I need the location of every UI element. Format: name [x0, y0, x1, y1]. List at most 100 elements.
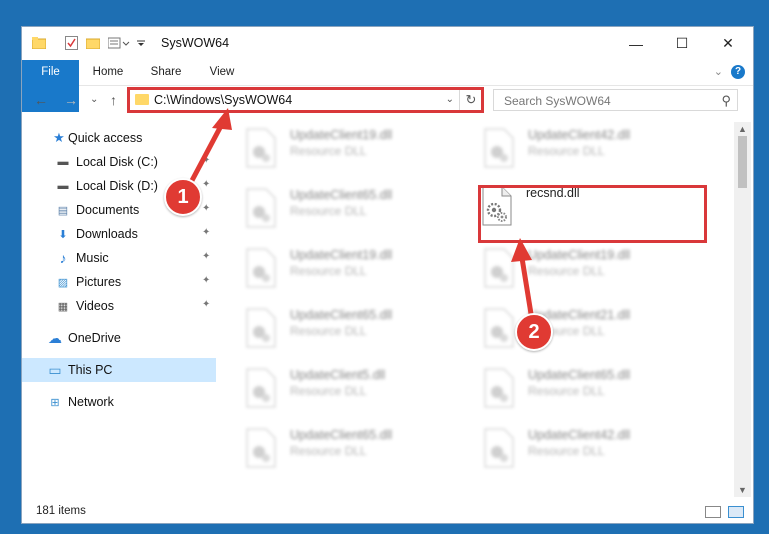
search-placeholder: Search SysWOW64: [504, 94, 611, 108]
pin-icon[interactable]: ✦: [202, 179, 210, 190]
music-icon: ♪: [59, 250, 67, 266]
step-1-badge: 1: [164, 178, 202, 216]
file-name: UpdateClient5.dll: [290, 368, 386, 382]
folder-icon[interactable]: [32, 35, 46, 51]
collapse-ribbon-icon[interactable]: ⌄: [714, 65, 723, 78]
sidebar-item-label: This PC: [68, 363, 113, 377]
file-name: UpdateClient42.dll: [528, 428, 631, 442]
file-item[interactable]: UpdateClient65.dll Resource DLL: [222, 424, 444, 476]
sidebar-item-onedrive[interactable]: ☁ OneDrive: [22, 326, 216, 350]
cloud-icon: ☁: [48, 329, 62, 346]
file-item[interactable]: UpdateClient19.dll Resource DLL: [222, 124, 444, 176]
file-type: Resource DLL: [528, 264, 605, 278]
scroll-down-icon[interactable]: ▼: [734, 485, 751, 495]
computer-icon: ▭: [48, 361, 62, 378]
file-item[interactable]: UpdateClient65.dll Resource DLL: [460, 364, 682, 416]
minimize-button[interactable]: —: [613, 27, 659, 60]
status-bar: 181 items: [22, 501, 753, 523]
pin-icon[interactable]: ✦: [202, 251, 210, 262]
file-name: UpdateClient19.dll: [290, 128, 393, 142]
file-type: Resource DLL: [290, 204, 367, 218]
tab-home[interactable]: Home: [84, 60, 132, 85]
dll-file-icon: [246, 248, 276, 288]
network-icon: ⊞: [50, 396, 60, 409]
back-arrow-icon[interactable]: ←: [34, 92, 48, 108]
sidebar-item-pictures[interactable]: ▨ Pictures ✦: [22, 270, 216, 294]
up-arrow-icon[interactable]: ↑: [110, 92, 117, 108]
sidebar-item-label: Pictures: [76, 275, 122, 289]
scroll-up-icon[interactable]: ▲: [734, 124, 751, 134]
file-name: UpdateClient65.dll: [290, 428, 393, 442]
dll-file-icon: [484, 128, 514, 168]
file-type: Resource DLL: [290, 384, 367, 398]
title-bar: SysWOW64 — ☐ ✕: [22, 27, 753, 60]
new-folder-icon[interactable]: [86, 35, 100, 51]
file-type: Resource DLL: [528, 444, 605, 458]
file-name: UpdateClient65.dll: [528, 368, 631, 382]
tab-share[interactable]: Share: [142, 60, 190, 85]
sidebar-item-downloads[interactable]: ⬇ Downloads ✦: [22, 222, 216, 246]
large-icons-view-icon[interactable]: [728, 506, 744, 518]
dll-file-icon: [484, 368, 514, 408]
maximize-button[interactable]: ☐: [659, 27, 705, 60]
sidebar-item-label: Local Disk (C:): [76, 155, 158, 169]
sidebar-item-music[interactable]: ♪ Music ✦: [22, 246, 216, 270]
pin-icon[interactable]: ✦: [202, 203, 210, 214]
dll-file-icon: [484, 308, 514, 348]
file-type: Resource DLL: [290, 264, 367, 278]
pin-icon[interactable]: ✦: [202, 299, 210, 310]
file-type: Resource DLL: [528, 144, 605, 158]
sidebar-item-label: Quick access: [68, 131, 143, 145]
drive-icon: ▬: [57, 180, 69, 192]
file-name: UpdateClient65.dll: [290, 188, 393, 202]
documents-icon: ▤: [57, 204, 69, 217]
file-type: Resource DLL: [290, 144, 367, 158]
pin-icon[interactable]: ✦: [202, 275, 210, 286]
search-icon: ⚲: [721, 93, 731, 108]
file-name: UpdateClient19.dll: [528, 248, 631, 262]
dll-file-icon: [246, 368, 276, 408]
file-name: UpdateClient19.dll: [290, 248, 393, 262]
file-list: UpdateClient19.dll Resource DLL UpdateCl…: [222, 122, 734, 502]
file-item[interactable]: UpdateClient65.dll Resource DLL: [222, 304, 444, 356]
customize-toolbar-icon[interactable]: [108, 35, 130, 51]
help-icon[interactable]: ?: [731, 65, 745, 79]
sidebar-item-videos[interactable]: ▦ Videos ✦: [22, 294, 216, 318]
properties-icon[interactable]: [64, 35, 78, 51]
sidebar-item-label: Documents: [76, 203, 140, 217]
file-item[interactable]: UpdateClient5.dll Resource DLL: [222, 364, 444, 416]
recent-locations-icon[interactable]: ⌄: [90, 94, 98, 105]
sidebar-item-network[interactable]: ⊞ Network: [22, 390, 216, 414]
scroll-thumb[interactable]: [738, 136, 747, 188]
item-count: 181 items: [36, 505, 86, 517]
file-item[interactable]: UpdateClient42.dll Resource DLL: [460, 124, 682, 176]
pin-icon[interactable]: ✦: [202, 155, 210, 166]
step-2-badge: 2: [515, 313, 553, 351]
file-item[interactable]: UpdateClient19.dll Resource DLL: [222, 244, 444, 296]
window-title: SysWOW64: [161, 36, 230, 50]
tab-view[interactable]: View: [198, 60, 246, 85]
sidebar-item-this-pc[interactable]: ▭ This PC: [22, 358, 216, 382]
pin-icon[interactable]: ✦: [202, 227, 210, 238]
videos-icon: ▦: [57, 300, 69, 313]
close-button[interactable]: ✕: [705, 27, 751, 60]
address-highlight-box: [127, 87, 484, 113]
sidebar-item-label: Local Disk (D:): [76, 179, 158, 193]
sidebar-item-label: OneDrive: [68, 331, 121, 345]
sidebar-item-local-disk-c[interactable]: ▬ Local Disk (C:) ✦: [22, 150, 216, 174]
chevron-down-icon[interactable]: [136, 35, 146, 51]
vertical-scrollbar[interactable]: ▲ ▼: [734, 122, 751, 497]
forward-arrow-icon[interactable]: →: [64, 92, 78, 108]
file-item[interactable]: UpdateClient19.dll Resource DLL: [460, 244, 682, 296]
file-item[interactable]: UpdateClient65.dll Resource DLL: [222, 184, 444, 236]
sidebar-item-quick-access[interactable]: ★ Quick access: [22, 126, 216, 150]
dll-file-icon: [484, 248, 514, 288]
details-view-icon[interactable]: [705, 506, 721, 518]
file-item[interactable]: UpdateClient42.dll Resource DLL: [460, 424, 682, 476]
download-icon: ⬇: [58, 228, 68, 241]
search-input[interactable]: Search SysWOW64 ⚲: [493, 89, 738, 111]
dll-file-icon: [246, 188, 276, 228]
file-item[interactable]: UpdateClient21.dll Resource DLL: [460, 304, 682, 356]
file-name: UpdateClient42.dll: [528, 128, 631, 142]
star-icon: ★: [53, 130, 65, 145]
